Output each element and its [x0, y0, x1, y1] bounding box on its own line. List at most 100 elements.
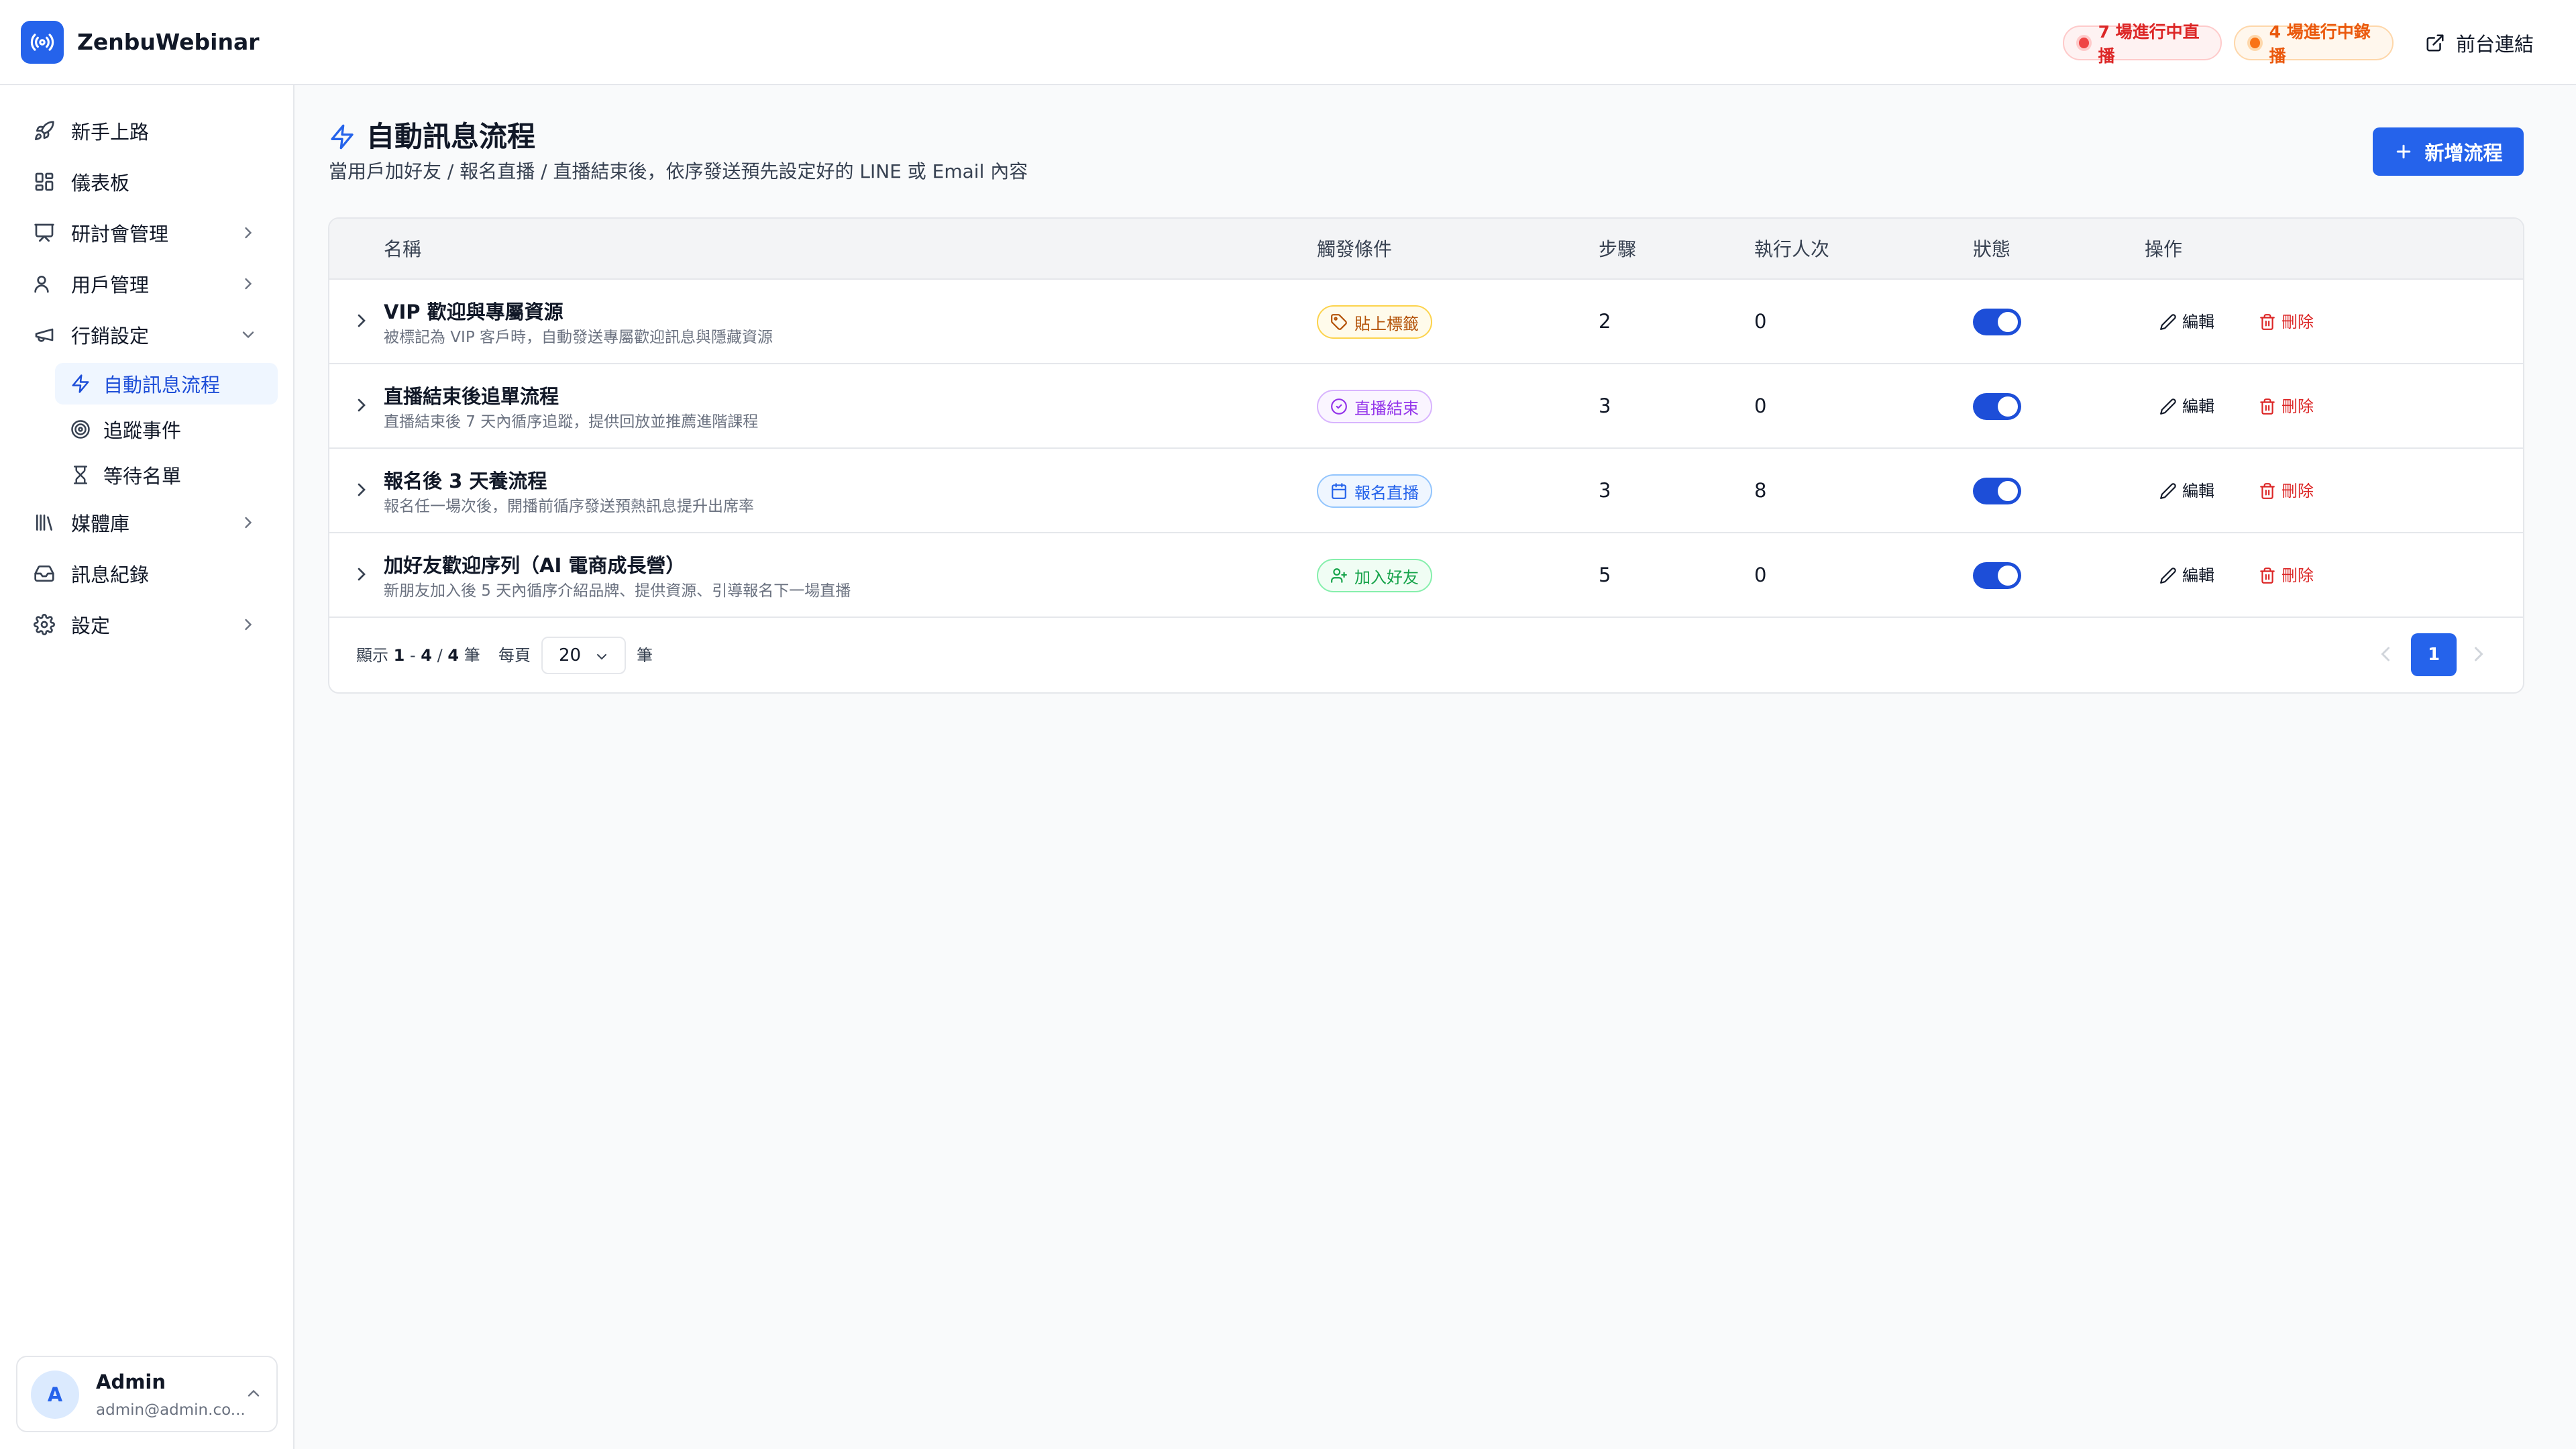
delete-button[interactable]: 刪除 [2259, 309, 2314, 335]
live-badge-label: 7 場進行中直播 [2098, 22, 2200, 66]
per-page-select[interactable]: 20 [541, 637, 626, 674]
chevron-up-icon [248, 1389, 260, 1397]
page-title-text: 自動訊息流程 [366, 120, 536, 153]
status-toggle[interactable] [1973, 562, 2021, 589]
status-toggle[interactable] [1973, 393, 2021, 420]
user-name: Admin [96, 1371, 166, 1393]
add-flow-button[interactable]: 新增流程 [2373, 127, 2524, 176]
check-circle-icon [1331, 398, 1347, 415]
edit-button[interactable]: 編輯 [2159, 393, 2214, 420]
edit-label: 編輯 [2182, 482, 2214, 500]
sidebar-item-onboarding[interactable]: 新手上路 [19, 109, 275, 152]
edit-button[interactable]: 編輯 [2159, 562, 2214, 589]
page-title: 自動訊息流程 [329, 118, 535, 156]
delete-button[interactable]: 刪除 [2259, 562, 2314, 589]
delete-button[interactable]: 刪除 [2259, 478, 2314, 504]
steps-count: 2 [1599, 310, 1611, 333]
table-row[interactable]: VIP 歡迎與專屬資源 被標記為 VIP 客戶時，自動發送專屬歡迎訊息與隱藏資源… [329, 280, 2523, 364]
sidebar-item-label: 新手上路 [71, 121, 150, 144]
add-flow-label: 新增流程 [2424, 143, 2503, 164]
page-button-current[interactable]: 1 [2411, 633, 2457, 676]
table-row[interactable]: 直播結束後追單流程 直播結束後 7 天內循序追蹤，提供回放並推薦進階課程 直播結… [329, 364, 2523, 449]
column-header-steps[interactable]: 步驟 [1599, 236, 1636, 263]
flows-table: 名稱 觸發條件 步驟 執行人次 狀態 操作 VIP 歡迎與專屬資源 被標記為 V… [328, 217, 2524, 694]
edit-label: 編輯 [2182, 566, 2214, 585]
flow-name: 直播結束後追單流程 [384, 385, 559, 408]
page-description: 當用戶加好友 / 報名直播 / 直播結束後，依序發送預先設定好的 LINE 或 … [329, 160, 1028, 182]
toggle-knob [1998, 481, 2018, 501]
target-icon [70, 419, 91, 440]
sidebar-item-marketing[interactable]: 行銷設定 [19, 313, 275, 356]
external-link-icon [2426, 34, 2444, 52]
flow-description: 被標記為 VIP 客戶時，自動發送專屬歡迎訊息與隱藏資源 [384, 329, 773, 346]
top-bar: ZenbuWebinar 7 場進行中直播 4 場進行中錄播 前台連結 [0, 0, 2576, 85]
delete-label: 刪除 [2282, 482, 2314, 500]
chevron-down-icon [597, 654, 606, 660]
status-toggle[interactable] [1973, 309, 2021, 335]
per-page-unit: 筆 [637, 646, 653, 665]
chevron-right-icon[interactable] [351, 394, 372, 416]
chevron-left-icon[interactable] [2373, 642, 2398, 666]
toggle-knob [1998, 396, 2018, 417]
broadcast-icon[interactable] [21, 21, 64, 64]
sidebar-item-webinars[interactable]: 研討會管理 [19, 211, 275, 254]
chevron-right-icon[interactable] [351, 564, 372, 585]
chevron-right-icon [245, 278, 252, 290]
megaphone-icon [32, 323, 56, 347]
flow-description: 直播結束後 7 天內循序追蹤，提供回放並推薦進階課程 [384, 413, 759, 431]
per-page-label: 每頁 [498, 646, 531, 665]
trigger-badge: 加入好友 [1317, 559, 1432, 592]
sidebar-subitem-tracking-events[interactable]: 追蹤事件 [55, 409, 278, 450]
chevron-right-icon[interactable] [351, 310, 372, 331]
sidebar-item-media-library[interactable]: 媒體庫 [19, 501, 275, 544]
column-header-trigger[interactable]: 觸發條件 [1317, 236, 1392, 263]
edit-label: 編輯 [2182, 313, 2214, 331]
sidebar-item-dashboard[interactable]: 儀表板 [19, 160, 275, 203]
showing-prefix: 顯示 [356, 646, 388, 665]
sidebar-item-message-logs[interactable]: 訊息紀錄 [19, 552, 275, 595]
table-row[interactable]: 報名後 3 天養流程 報名任一場次後，開播前循序發送預熱訊息提升出席率 報名直播… [329, 449, 2523, 533]
sidebar-subitem-waitlist[interactable]: 等待名單 [55, 454, 278, 496]
edit-button[interactable]: 編輯 [2159, 478, 2214, 504]
chevron-right-icon [245, 517, 252, 529]
chevron-right-icon[interactable] [2467, 642, 2491, 666]
edit-button[interactable]: 編輯 [2159, 309, 2214, 335]
flow-name: 加好友歡迎序列（AI 電商成長營） [384, 554, 686, 577]
sidebar-item-settings[interactable]: 設定 [19, 603, 275, 646]
pencil-icon [2160, 483, 2176, 499]
inbox-icon [32, 561, 56, 586]
recorded-sessions-badge[interactable]: 4 場進行中錄播 [2234, 22, 2394, 66]
plus-icon [2397, 144, 2411, 159]
sidebar-subitem-label: 等待名單 [103, 465, 182, 488]
sidebar-item-label: 媒體庫 [71, 513, 130, 535]
edit-label: 編輯 [2182, 397, 2214, 416]
frontend-link[interactable]: 前台連結 [2425, 25, 2534, 60]
trash-icon [2260, 568, 2275, 584]
table-footer: 顯示 1 - 4 / 4 筆 每頁 20 筆 1 [329, 618, 2523, 692]
column-header-runs[interactable]: 執行人次 [1754, 236, 1829, 263]
chevron-right-icon[interactable] [351, 479, 372, 500]
tag-icon [1331, 314, 1347, 330]
column-header-status[interactable]: 狀態 [1973, 236, 2010, 263]
status-toggle[interactable] [1973, 478, 2021, 504]
trigger-badge: 報名直播 [1317, 474, 1432, 508]
user-menu[interactable]: A Admin admin@admin.co... [16, 1356, 278, 1432]
sidebar-subitem-label: 追蹤事件 [103, 419, 182, 442]
row-range-summary: 顯示 1 - 4 / 4 筆 [356, 642, 480, 669]
delete-label: 刪除 [2282, 566, 2314, 585]
sidebar-item-label: 儀表板 [71, 172, 130, 195]
recording-dot-icon [2250, 38, 2260, 48]
live-sessions-badge[interactable]: 7 場進行中直播 [2063, 22, 2222, 66]
column-header-name[interactable]: 名稱 [384, 236, 421, 263]
chevron-right-icon [245, 227, 252, 239]
presentation-icon [32, 221, 56, 245]
app-name[interactable]: ZenbuWebinar [77, 27, 260, 58]
trigger-label: 直播結束 [1354, 398, 1419, 418]
delete-label: 刪除 [2282, 397, 2314, 416]
delete-button[interactable]: 刪除 [2259, 393, 2314, 420]
sidebar-subitem-auto-flows[interactable]: 自動訊息流程 [55, 363, 278, 405]
column-header-actions: 操作 [2145, 238, 2183, 260]
chevron-right-icon [245, 619, 252, 631]
table-row[interactable]: 加好友歡迎序列（AI 電商成長營） 新朋友加入後 5 天內循序介紹品牌、提供資源… [329, 533, 2523, 618]
sidebar-item-users[interactable]: 用戶管理 [19, 262, 275, 305]
